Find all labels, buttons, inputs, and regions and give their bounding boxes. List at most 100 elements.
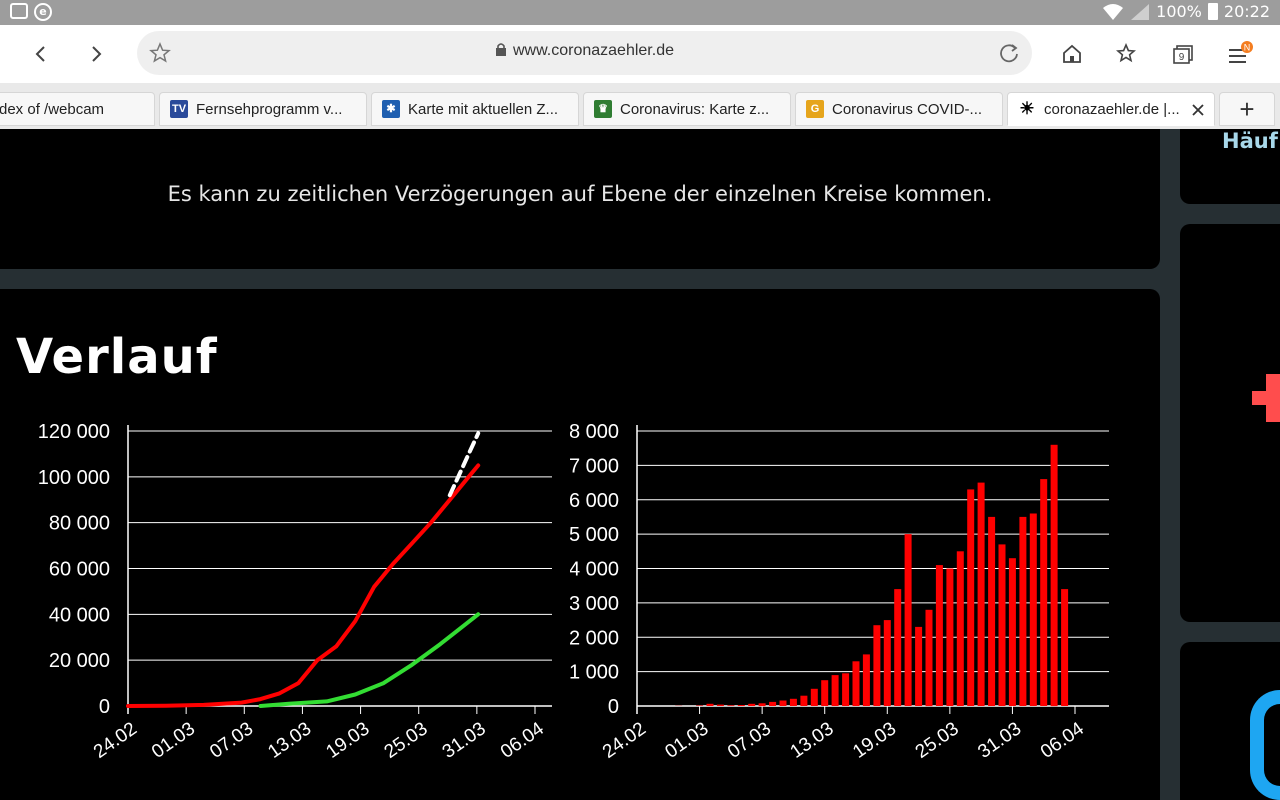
bar xyxy=(789,698,797,706)
tab-label: Coronavirus: Karte z... xyxy=(620,100,770,118)
cumulative-cases-chart: 0 20 000 40 000 60 000 80 000 100 000 120 000 2… xyxy=(38,421,552,763)
plus-icon-vertical xyxy=(1266,374,1280,422)
x-tick-label: 07.03 xyxy=(206,718,257,762)
address-bar[interactable]: www.coronazaehler.de xyxy=(137,31,1032,75)
bookmarks-button[interactable] xyxy=(1111,37,1145,71)
bar xyxy=(769,701,777,706)
reload-icon[interactable] xyxy=(998,42,1020,64)
y-tick-label: 0 xyxy=(99,696,110,718)
x-tick-label: 24.02 xyxy=(599,718,650,762)
side-title: Häuf xyxy=(1222,129,1278,153)
x-tick-label: 06.04 xyxy=(1037,718,1088,763)
y-tick-label: 60 000 xyxy=(49,559,110,581)
notice-panel: Es kann zu zeitlichen Verzögerungen auf … xyxy=(0,129,1160,269)
bar xyxy=(706,703,714,706)
forward-button[interactable] xyxy=(79,37,113,71)
chevron-right-icon xyxy=(92,46,102,62)
y-tick-label: 3 000 xyxy=(570,593,619,615)
tab-coronavirus-karte[interactable]: ♛ Coronavirus: Karte z... xyxy=(583,92,791,126)
tabs-icon: 9 xyxy=(1173,45,1193,64)
x-tick-label: 13.03 xyxy=(787,718,838,762)
back-button[interactable] xyxy=(24,37,58,71)
y-tick-label: 4 000 xyxy=(570,559,619,581)
bar xyxy=(821,680,829,706)
map-favicon-icon: ✱ xyxy=(382,100,400,118)
side-panel-bottom xyxy=(1180,642,1280,800)
side-panel-top: Häuf xyxy=(1180,129,1280,204)
bar xyxy=(915,626,923,706)
x-tick-label: 25.03 xyxy=(912,718,963,762)
x-tick-label: 01.03 xyxy=(661,718,712,762)
series-line xyxy=(126,463,481,708)
sun-favicon-icon: ☀ xyxy=(1019,99,1035,118)
bar xyxy=(977,482,985,706)
bar xyxy=(779,700,787,706)
bar xyxy=(904,534,912,706)
bar xyxy=(831,675,839,706)
bar xyxy=(1008,558,1016,706)
crown-favicon-icon: ♛ xyxy=(594,100,612,118)
bar xyxy=(998,544,1006,706)
bar xyxy=(946,568,954,706)
bar xyxy=(716,704,724,706)
tab-label: Coronavirus COVID-... xyxy=(832,100,983,118)
new-tab-button[interactable]: + xyxy=(1219,92,1275,126)
tab-fernsehprogramm[interactable]: TV Fernsehprogramm v... xyxy=(159,92,367,126)
chevron-left-icon xyxy=(35,46,45,62)
x-tick-label: 06.04 xyxy=(497,718,548,763)
e-icon: e xyxy=(34,3,52,21)
x-tick-label: 31.03 xyxy=(439,718,490,762)
close-tab-icon[interactable] xyxy=(1191,103,1205,117)
tab-label: dex of /webcam xyxy=(0,100,105,118)
bar xyxy=(758,703,766,707)
menu-badge: N xyxy=(1244,43,1251,53)
x-tick-label: 19.03 xyxy=(322,718,373,762)
tab-coronavirus-covid[interactable]: G Coronavirus COVID-... xyxy=(795,92,1003,126)
bar xyxy=(988,516,996,706)
tab-karte-aktuell[interactable]: ✱ Karte mit aktuellen Z... xyxy=(371,92,579,126)
y-tick-label: 100 000 xyxy=(38,467,110,489)
bar xyxy=(862,654,870,706)
tab-webcam[interactable]: dex of /webcam xyxy=(0,92,155,126)
tv-favicon-icon: TV xyxy=(170,100,188,118)
bar xyxy=(800,695,808,706)
tab-coronazaehler[interactable]: ☀ coronazaehler.de |... xyxy=(1007,92,1215,126)
bar xyxy=(956,551,964,706)
y-tick-label: 2 000 xyxy=(570,627,619,649)
wifi-icon xyxy=(1103,3,1124,20)
bar xyxy=(1019,516,1027,706)
bar xyxy=(810,688,818,706)
tab-count: 9 xyxy=(1179,52,1185,63)
home-button[interactable] xyxy=(1055,37,1089,71)
bar xyxy=(727,705,735,706)
gallery-icon xyxy=(10,3,28,19)
x-tick-label: 07.03 xyxy=(724,718,775,762)
x-tick-label: 25.03 xyxy=(381,718,432,762)
url-display: www.coronazaehler.de xyxy=(137,42,1032,60)
bar xyxy=(852,661,860,706)
bar xyxy=(1040,479,1048,706)
bar xyxy=(883,620,891,706)
bar xyxy=(1029,513,1037,706)
delay-notice: Es kann zu zeitlichen Verzögerungen auf … xyxy=(167,182,993,206)
side-panel-middle xyxy=(1180,224,1280,622)
tab-strip: dex of /webcam TV Fernsehprogramm v... ✱… xyxy=(0,83,1280,129)
menu-button[interactable]: N xyxy=(1223,37,1257,71)
y-tick-label: 6 000 xyxy=(570,490,619,512)
bar xyxy=(1061,589,1069,706)
tab-label: Karte mit aktuellen Z... xyxy=(408,100,559,118)
x-tick-label: 24.02 xyxy=(90,718,141,762)
home-icon xyxy=(1063,44,1081,63)
forecast-line xyxy=(447,431,481,498)
x-tick-label: 19.03 xyxy=(849,718,900,762)
bar xyxy=(737,705,745,706)
y-tick-label: 80 000 xyxy=(49,513,110,535)
y-tick-label: 40 000 xyxy=(49,604,110,626)
y-tick-label: 7 000 xyxy=(570,455,619,477)
y-tick-label: 120 000 xyxy=(38,421,110,443)
bar xyxy=(1050,444,1058,707)
tabs-button[interactable]: 9 xyxy=(1167,37,1201,71)
status-bar: e 100% 20:22 xyxy=(0,0,1280,25)
y-tick-label: 5 000 xyxy=(570,524,619,546)
bar xyxy=(748,703,756,706)
